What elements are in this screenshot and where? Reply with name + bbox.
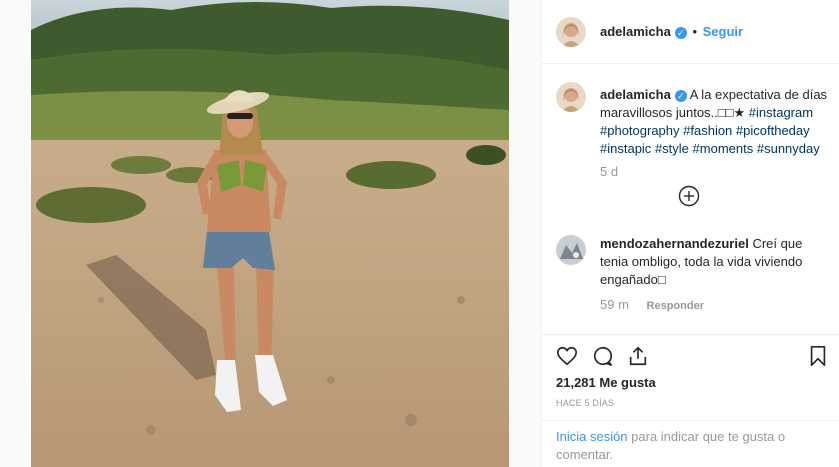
verified-icon: ✓ xyxy=(674,26,687,39)
hashtag[interactable]: #moments xyxy=(693,141,754,156)
comments-divider xyxy=(542,334,839,335)
post-photo[interactable] xyxy=(31,0,509,467)
hashtag[interactable]: #sunnyday xyxy=(757,141,820,156)
likes-count: 21,281 xyxy=(556,375,596,390)
hashtag[interactable]: #picoftheday xyxy=(736,123,810,138)
avatar-image-icon xyxy=(556,17,586,47)
separator-dot: • xyxy=(692,24,698,39)
header-divider xyxy=(542,63,839,64)
avatar-image-icon xyxy=(556,235,586,265)
comment: mendozahernandezuriel Creí que tenia omb… xyxy=(600,235,830,289)
likes-label: Me gusta xyxy=(599,375,656,390)
footer-divider xyxy=(542,420,839,421)
commenter-avatar[interactable] xyxy=(556,235,586,265)
caption-username[interactable]: adelamicha xyxy=(600,87,671,102)
avatar-image-icon xyxy=(556,82,586,112)
follow-button[interactable]: Seguir xyxy=(703,24,743,39)
commenter-username[interactable]: mendozahernandezuriel xyxy=(600,236,749,251)
hashtag[interactable]: #style xyxy=(655,141,689,156)
caption-age[interactable]: 5 d xyxy=(600,164,618,179)
hashtag[interactable]: #fashion xyxy=(683,123,732,138)
share-icon[interactable] xyxy=(627,345,649,367)
login-link[interactable]: Inicia sesión xyxy=(556,429,628,444)
reply-button[interactable]: Responder xyxy=(647,300,704,312)
heart-icon[interactable] xyxy=(556,345,578,367)
post-author-username[interactable]: adelamicha xyxy=(600,24,671,39)
bookmark-icon[interactable] xyxy=(808,345,828,367)
comment-icon[interactable] xyxy=(592,345,614,367)
likes[interactable]: 21,281 Me gusta xyxy=(556,375,656,390)
post-panel: adelamicha ✓ • Seguir adelamicha ✓ A la ex… xyxy=(541,0,839,467)
caption: adelamicha ✓ A la expectativa de días mar… xyxy=(600,86,830,158)
verified-icon: ✓ xyxy=(674,89,687,102)
hashtag[interactable]: #instagram xyxy=(749,105,813,120)
post-media xyxy=(0,0,541,467)
hashtag[interactable]: #photography xyxy=(600,123,680,138)
plus-circle-icon[interactable] xyxy=(678,185,700,207)
caption-avatar[interactable] xyxy=(556,82,586,112)
comment-age[interactable]: 59 m xyxy=(600,297,629,312)
avatar[interactable] xyxy=(556,17,586,47)
login-prompt: Inicia sesión para indicar que te gusta … xyxy=(556,428,816,464)
hashtag[interactable]: #instapic xyxy=(600,141,651,156)
photo-illustration xyxy=(31,0,509,467)
post-timestamp[interactable]: HACE 5 DÍAS xyxy=(556,398,614,408)
